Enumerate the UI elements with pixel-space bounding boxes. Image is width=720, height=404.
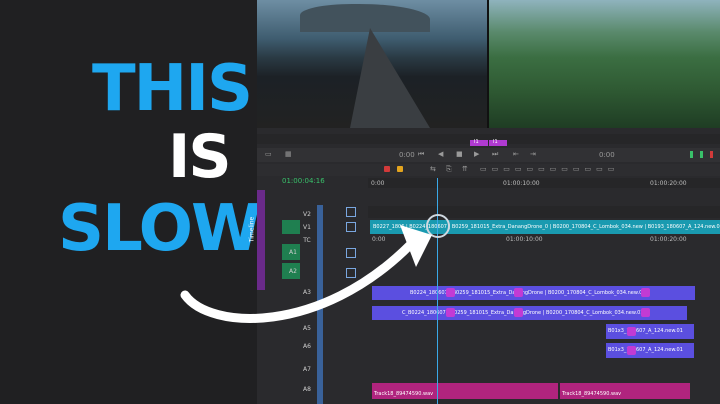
segment-tool-icon[interactable]: ⇆: [430, 165, 436, 173]
thumbnail-overlay: THIS IS SLOW: [0, 0, 262, 404]
play-back-icon[interactable]: ◀: [438, 150, 443, 158]
green-marker-icon-2[interactable]: [700, 151, 703, 158]
v2-monitor-icon[interactable]: [346, 207, 356, 217]
ruler-tick-2: 01:00:20:00: [650, 180, 687, 187]
track-a7-label[interactable]: A7: [300, 366, 314, 373]
clip-marker-5: [514, 308, 523, 317]
curved-arrow-icon: [180, 225, 432, 323]
master-timecode: 01:00:04:16: [282, 177, 325, 185]
mark-in-icon[interactable]: ⇤: [513, 150, 519, 158]
ruler-tick-1: 01:00:10:00: [503, 180, 540, 187]
road-shape: [350, 28, 430, 128]
mark-out-label: I1: [493, 139, 498, 145]
toolbar-icons[interactable]: ▭▭▭▭▭▭▭▭▭▭▭▭: [480, 165, 619, 173]
a8-audio-clip-left[interactable]: Track18_89474590.wav: [372, 383, 558, 399]
mark-out-indicator[interactable]: I1: [489, 139, 507, 146]
rewind-icon[interactable]: ▭: [265, 150, 272, 158]
transport-bar: [257, 148, 720, 162]
transport-left-timecode: 0:00: [399, 151, 415, 159]
monitor-divider: [487, 0, 489, 128]
red-marker-icon[interactable]: [710, 151, 713, 158]
a5-clip[interactable]: B01x3_180607_A_124.new.01: [606, 324, 694, 339]
a6-clip[interactable]: B01x3_180607_A_124.new.01: [606, 343, 694, 358]
record-pos-timecode: 0:00: [599, 151, 615, 159]
track-a8-label[interactable]: A8: [300, 386, 314, 393]
tc-ruler-1: 01:00:10:00: [506, 236, 543, 243]
red-tool-icon[interactable]: [384, 166, 390, 172]
step-back-icon[interactable]: ⏮: [418, 150, 424, 159]
mark-out-icon[interactable]: ⇥: [530, 150, 536, 158]
clip-marker-3: [641, 288, 650, 297]
stop-icon[interactable]: ■: [456, 150, 463, 158]
overlay-line-2: IS: [168, 122, 232, 192]
track-v2-row: [368, 206, 720, 218]
play-icon[interactable]: ▶: [474, 150, 479, 158]
track-v2-label[interactable]: V2: [300, 211, 314, 218]
ruler-tick-0: 0:00: [371, 180, 385, 187]
clip-marker-6: [641, 308, 650, 317]
clip-marker-4: [446, 308, 455, 317]
clip-marker-1: [446, 288, 455, 297]
clip-marker-8: [627, 346, 636, 355]
lift-tool-icon[interactable]: ⇈: [462, 165, 468, 173]
green-marker-icon-1[interactable]: [690, 151, 693, 158]
splice-tool-icon[interactable]: ⎘: [446, 165, 452, 174]
overlay-line-1: THIS: [92, 52, 253, 126]
track-a6-label[interactable]: A6: [300, 343, 314, 350]
yellow-tool-icon[interactable]: [397, 166, 403, 172]
mark-in-indicator[interactable]: I1: [470, 139, 488, 146]
clip-marker-7: [627, 327, 636, 336]
step-forward-icon[interactable]: ⏭: [492, 150, 498, 159]
tc-ruler-2: 01:00:20:00: [650, 236, 687, 243]
a8-audio-clip-right[interactable]: Track18_89474590.wav: [560, 383, 690, 399]
grid-icon[interactable]: ▦: [285, 150, 292, 158]
mark-in-label: I1: [474, 139, 479, 145]
clip-marker-2: [514, 288, 523, 297]
record-monitor[interactable]: [489, 0, 720, 128]
